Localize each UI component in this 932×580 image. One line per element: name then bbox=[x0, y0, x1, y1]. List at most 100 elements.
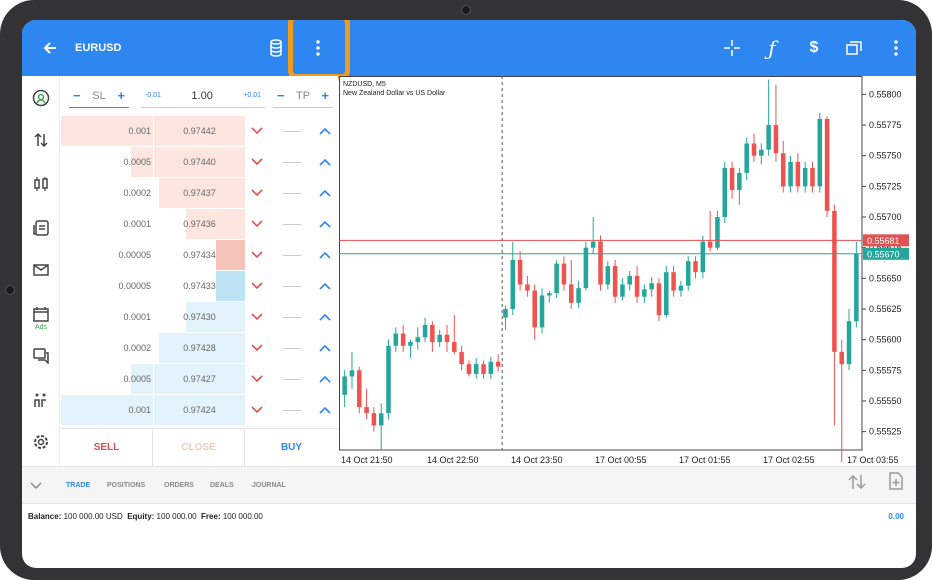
new-order-icon[interactable] bbox=[888, 467, 904, 505]
sell-limit-chevron-down-icon[interactable] bbox=[251, 364, 263, 394]
y-tick-label: 0.55600 bbox=[869, 335, 902, 345]
tab-journal[interactable]: JOURNAL bbox=[252, 467, 286, 505]
buy-limit-chevron-up-icon[interactable] bbox=[319, 271, 331, 301]
y-tick-label: 0.55625 bbox=[869, 304, 902, 314]
buy-limit-chevron-up-icon[interactable] bbox=[319, 395, 331, 425]
dom-dash bbox=[283, 193, 301, 194]
dom-row-sell[interactable]: 0.001 0.97442 bbox=[61, 116, 338, 147]
dom-row-buy[interactable]: 0.0001 0.97430 bbox=[61, 302, 338, 333]
sell-limit-chevron-down-icon[interactable] bbox=[251, 271, 263, 301]
sell-limit-chevron-down-icon[interactable] bbox=[251, 147, 263, 177]
dom-dash bbox=[283, 379, 301, 380]
settings-icon[interactable] bbox=[22, 430, 60, 454]
tab-trade[interactable]: TRADE bbox=[66, 467, 90, 505]
x-tick-label: 17 Oct 01:55 bbox=[679, 455, 731, 465]
volume-increase-button[interactable]: +0.01 bbox=[243, 92, 261, 99]
bid-price-line-label: 0.55670 bbox=[867, 249, 900, 259]
price-chart[interactable]: 0.55800 0.55775 0.55750 0.55725 0.55700 0.556… bbox=[339, 76, 916, 466]
buy-limit-chevron-up-icon[interactable] bbox=[319, 333, 331, 363]
y-tick-label: 0.55700 bbox=[869, 212, 902, 222]
sort-icon[interactable] bbox=[848, 467, 866, 505]
tab-orders[interactable]: ORDERS bbox=[164, 467, 194, 505]
dom-price: 0.97442 bbox=[183, 126, 216, 136]
chat-icon[interactable] bbox=[22, 344, 60, 368]
candle-up bbox=[437, 334, 442, 343]
tab-positions[interactable]: POSITIONS bbox=[107, 467, 145, 505]
chart-subtitle: New Zealand Dollar vs US Dollar bbox=[343, 90, 446, 97]
dom-row-sell[interactable]: 0.0005 0.97440 bbox=[61, 147, 338, 178]
sl-minus-button[interactable]: − bbox=[73, 88, 81, 103]
sell-limit-chevron-down-icon[interactable] bbox=[251, 209, 263, 239]
community-icon[interactable] bbox=[22, 388, 60, 412]
candle-up bbox=[342, 376, 347, 395]
dom-row-buy[interactable]: 0.00005 0.97433 bbox=[61, 271, 338, 302]
candle-down bbox=[459, 351, 464, 365]
dom-price: 0.97436 bbox=[183, 219, 216, 229]
candle-down bbox=[795, 161, 801, 187]
dom-price: 0.97427 bbox=[183, 374, 216, 384]
tab-deals[interactable]: DEALS bbox=[210, 467, 234, 505]
more-vert-icon[interactable] bbox=[884, 20, 908, 76]
sell-limit-chevron-down-icon[interactable] bbox=[251, 240, 263, 270]
tp-minus-button[interactable]: − bbox=[277, 88, 285, 103]
quotes-icon[interactable] bbox=[22, 128, 60, 152]
candle-down bbox=[693, 261, 698, 273]
buy-limit-chevron-up-icon[interactable] bbox=[319, 209, 331, 239]
sell-button[interactable]: SELL bbox=[61, 429, 153, 467]
dom-dash bbox=[283, 410, 301, 411]
buy-limit-chevron-up-icon[interactable] bbox=[319, 364, 331, 394]
mail-icon[interactable] bbox=[22, 258, 60, 282]
dom-dash bbox=[283, 131, 301, 132]
windows-icon[interactable] bbox=[842, 20, 866, 76]
candlestick-chart[interactable]: 0.55800 0.55775 0.55750 0.55725 0.55700 0.556… bbox=[339, 76, 916, 466]
dollar-swap-icon[interactable]: $ bbox=[800, 20, 828, 76]
function-icon[interactable]: ƒ bbox=[760, 20, 784, 76]
account-icon[interactable] bbox=[22, 86, 60, 110]
calendar-icon[interactable] bbox=[22, 302, 60, 326]
candle-up bbox=[510, 259, 516, 309]
volume-field[interactable]: 1.00 bbox=[191, 90, 212, 102]
sell-limit-chevron-down-icon[interactable] bbox=[251, 178, 263, 208]
volume-decrease-button[interactable]: -0.01 bbox=[145, 92, 161, 99]
take-profit-control[interactable]: − TP + bbox=[273, 84, 333, 108]
chevron-down-icon[interactable] bbox=[30, 467, 42, 505]
sell-limit-chevron-down-icon[interactable] bbox=[251, 395, 263, 425]
sell-limit-chevron-down-icon[interactable] bbox=[251, 302, 263, 332]
close-button[interactable]: CLOSE bbox=[153, 429, 245, 467]
arrow-left-icon[interactable] bbox=[38, 20, 62, 76]
candle-down bbox=[832, 210, 837, 352]
candle-down bbox=[495, 361, 501, 367]
x-tick-label: 17 Oct 00:55 bbox=[595, 455, 647, 465]
dom-price: 0.97433 bbox=[183, 281, 216, 291]
trade-list-icon[interactable] bbox=[22, 216, 60, 240]
candle-down bbox=[751, 143, 757, 156]
trade-panel: − SL + -0.01 1.00 +0.01 − TP + 0.001 0.97… bbox=[61, 76, 338, 484]
dom-row-buy[interactable]: 0.0005 0.97427 bbox=[61, 364, 338, 395]
candle-up bbox=[605, 266, 611, 285]
buy-limit-chevron-up-icon[interactable] bbox=[319, 147, 331, 177]
crosshair-icon[interactable] bbox=[720, 20, 744, 76]
dom-dash bbox=[283, 162, 301, 163]
sell-limit-chevron-down-icon[interactable] bbox=[251, 116, 263, 146]
tp-plus-button[interactable]: + bbox=[321, 88, 329, 103]
buy-limit-chevron-up-icon[interactable] bbox=[319, 116, 331, 146]
chart-icon[interactable] bbox=[22, 172, 60, 196]
buy-limit-chevron-up-icon[interactable] bbox=[319, 302, 331, 332]
dom-row-buy[interactable]: 0.001 0.97424 bbox=[61, 395, 338, 426]
buy-limit-chevron-up-icon[interactable] bbox=[319, 178, 331, 208]
dom-row-sell[interactable]: 0.00005 0.97434 bbox=[61, 240, 338, 271]
buy-button[interactable]: BUY bbox=[245, 429, 338, 467]
volume-control[interactable]: -0.01 1.00 +0.01 bbox=[141, 84, 265, 108]
sell-limit-chevron-down-icon[interactable] bbox=[251, 333, 263, 363]
dom-volume: 0.00005 bbox=[118, 281, 151, 291]
candle-down bbox=[561, 263, 567, 285]
candle-up bbox=[349, 370, 355, 377]
dom-row-sell[interactable]: 0.0002 0.97437 bbox=[61, 178, 338, 209]
coins-icon[interactable] bbox=[264, 20, 288, 76]
symbol-title[interactable]: EURUSD bbox=[75, 20, 121, 76]
stop-loss-control[interactable]: − SL + bbox=[69, 84, 129, 108]
dom-row-buy[interactable]: 0.0002 0.97428 bbox=[61, 333, 338, 364]
buy-limit-chevron-up-icon[interactable] bbox=[319, 240, 331, 270]
sl-plus-button[interactable]: + bbox=[117, 88, 125, 103]
dom-row-sell[interactable]: 0.0001 0.97436 bbox=[61, 209, 338, 240]
